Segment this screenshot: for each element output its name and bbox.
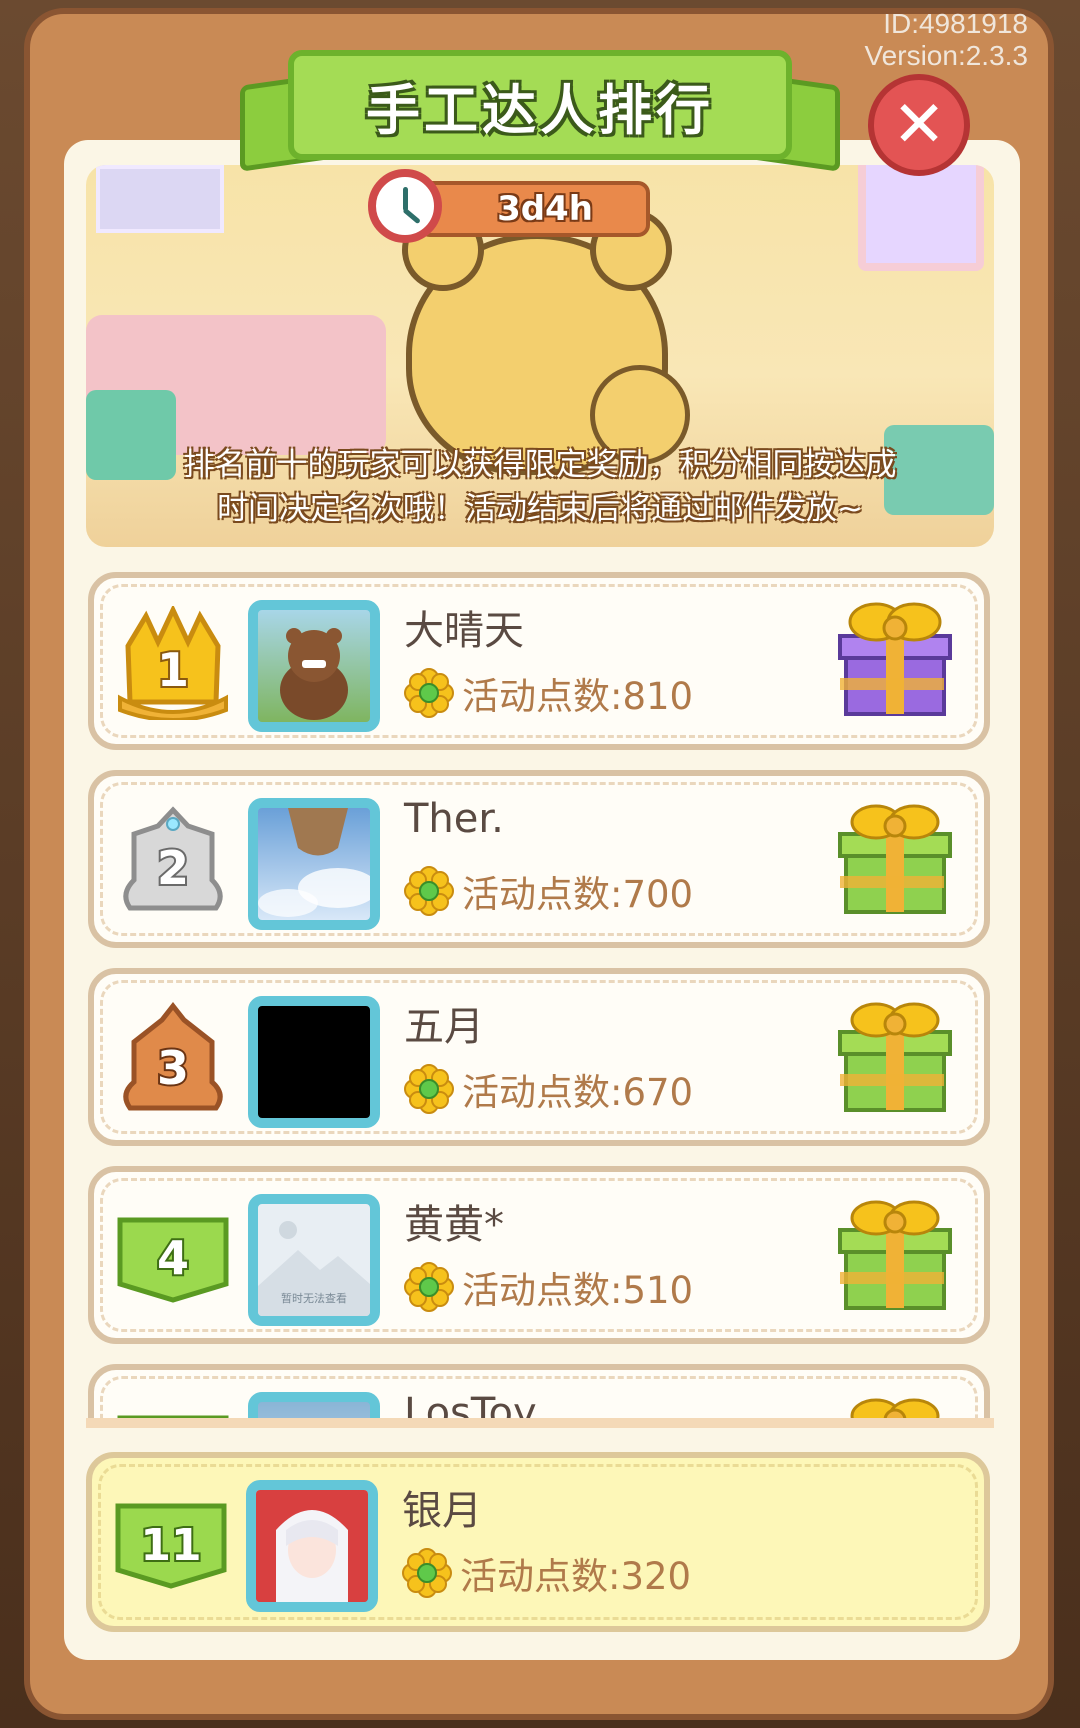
- event-description: 排名前十的玩家可以获得限定奖励，积分相同按达成 时间决定名次哦！活动结束后将通过…: [86, 443, 994, 531]
- description-line-2: 时间决定名次哦！活动结束后将通过邮件发放~: [217, 491, 863, 527]
- build-info: ID:4981918 Version:2.3.3: [865, 8, 1028, 72]
- player-id-text: ID:4981918: [883, 8, 1028, 39]
- score-text: 活动点数:320: [460, 1555, 692, 1598]
- score-display: 活动点数:510: [404, 1260, 693, 1314]
- green-gift-icon[interactable]: [836, 992, 954, 1122]
- score-text: 活动点数:700: [462, 873, 694, 916]
- title-plate: 手工达人排行: [288, 50, 792, 160]
- player-name: 银月: [402, 1488, 482, 1534]
- player-name: 黄黄*: [404, 1202, 504, 1248]
- leaderboard-list[interactable]: 1 大晴天 活动点数:810 2 Ther. 活动点数:700 3 五月 活动点…: [86, 568, 994, 1420]
- player-name: 五月: [404, 1004, 484, 1050]
- event-banner: 3d4h 排名前十的玩家可以获得限定奖励，积分相同按达成 时间决定名次哦！活动结…: [86, 165, 994, 547]
- flower-points-icon: [404, 1064, 454, 1114]
- event-timer: 3d4h: [368, 169, 650, 243]
- page-title: 手工达人排行: [366, 78, 714, 142]
- list-divider: [86, 1418, 994, 1428]
- rank-number: 3: [157, 1041, 189, 1095]
- player-avatar[interactable]: [248, 996, 380, 1128]
- flower-points-icon: [404, 1262, 454, 1312]
- leaderboard-row[interactable]: 1 大晴天 活动点数:810: [88, 572, 990, 750]
- picture-frame-decoration: [858, 165, 984, 271]
- gold-crown-rank-badge: 1: [118, 606, 228, 720]
- description-line-1: 排名前十的玩家可以获得限定奖励，积分相同按达成: [183, 447, 897, 483]
- bronze-rank-badge: 3: [123, 1002, 223, 1111]
- leaderboard-row[interactable]: 3 五月 活动点数:670: [88, 968, 990, 1146]
- score-text: 活动点数:670: [462, 1071, 694, 1114]
- avatar-placeholder-text: 暂时无法查看: [281, 1291, 347, 1305]
- leaderboard-row[interactable]: 2 Ther. 活动点数:700: [88, 770, 990, 948]
- player-name: Ther.: [404, 796, 504, 842]
- leaderboard-row[interactable]: 4 暂时无法查看 黄黄* 活动点数:510: [88, 1166, 990, 1344]
- close-icon: ✕: [892, 88, 946, 162]
- title-banner: 手工达人排行: [240, 50, 840, 172]
- green-gift-icon[interactable]: [836, 794, 954, 924]
- score-display: 活动点数:320: [402, 1546, 691, 1600]
- rank-number: 4: [157, 1231, 189, 1285]
- score-display: 活动点数:810: [404, 666, 693, 720]
- player-avatar[interactable]: [246, 1480, 378, 1612]
- silver-rank-badge: 2: [123, 806, 223, 911]
- anime-girl-avatar-image: [256, 1490, 368, 1602]
- cat-sky-avatar-image: [258, 808, 370, 917]
- player-avatar[interactable]: [248, 1392, 380, 1420]
- rank-number: 1: [157, 643, 189, 697]
- rank-number: 11: [140, 1520, 201, 1571]
- green-rank-badge: [117, 1415, 229, 1420]
- my-rank-row: 11 银月 活动点数:320: [86, 1452, 990, 1632]
- player-avatar[interactable]: [248, 798, 380, 930]
- score-text: 活动点数:510: [462, 1269, 694, 1312]
- close-button[interactable]: ✕: [868, 74, 970, 176]
- green-rank-badge: 11: [115, 1503, 227, 1589]
- green-gift-icon[interactable]: [836, 1388, 954, 1420]
- green-gift-icon[interactable]: [836, 1190, 954, 1320]
- flower-points-icon: [402, 1548, 452, 1598]
- flower-points-icon: [404, 866, 454, 916]
- score-display: 活动点数:700: [404, 864, 693, 918]
- purple-gift-icon[interactable]: [836, 596, 954, 726]
- player-name: LosToy: [404, 1390, 537, 1420]
- player-avatar[interactable]: [248, 600, 380, 732]
- timer-bar: 3d4h: [418, 181, 650, 237]
- flower-points-icon: [404, 668, 454, 718]
- rank-number: 2: [157, 841, 189, 895]
- player-avatar[interactable]: 暂时无法查看: [248, 1194, 380, 1326]
- image-placeholder-icon: 暂时无法查看: [258, 1221, 370, 1316]
- bear-avatar-image: [280, 628, 348, 720]
- timer-text: 3d4h: [497, 189, 593, 229]
- green-rank-badge: 4: [117, 1217, 229, 1303]
- score-text: 活动点数:810: [462, 675, 694, 718]
- player-name: 大晴天: [404, 608, 524, 654]
- version-text: Version:2.3.3: [864, 40, 1028, 71]
- leaderboard-row[interactable]: LosToy: [88, 1364, 990, 1420]
- score-display: 活动点数:670: [404, 1062, 693, 1116]
- picture-frame-decoration: [96, 165, 224, 233]
- clock-icon: [368, 169, 442, 243]
